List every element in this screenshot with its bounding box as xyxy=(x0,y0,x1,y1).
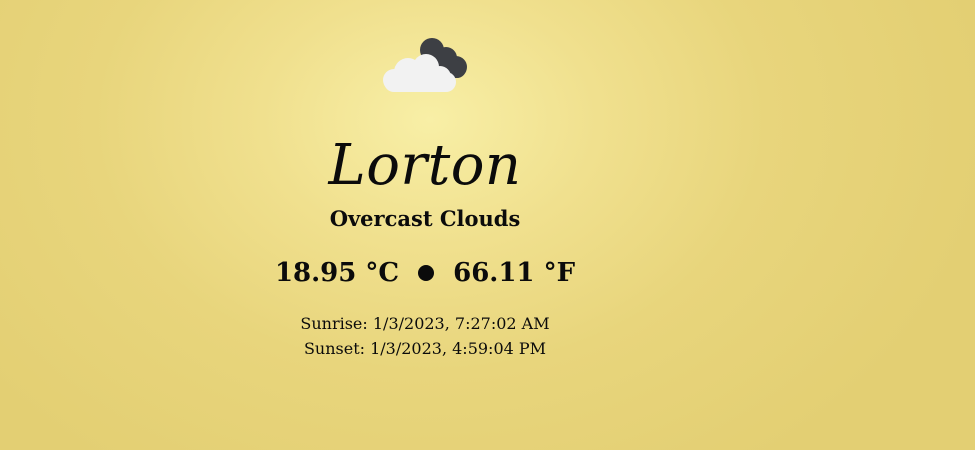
city-name: Lorton xyxy=(328,133,522,198)
sunrise-time: Sunrise: 1/3/2023, 7:27:02 AM xyxy=(300,314,550,333)
weather-condition: Overcast Clouds xyxy=(329,206,521,231)
temperature-row: 18.95 °C 66.11 °F xyxy=(0,255,850,291)
overcast-clouds-icon xyxy=(378,34,474,96)
weather-card: Lorton Overcast Clouds 18.95 °C 66.11 °F… xyxy=(0,0,850,450)
separator-dot xyxy=(418,265,435,281)
temperature-fahrenheit: 66.11 °F xyxy=(453,258,576,288)
sunset-time: Sunset: 1/3/2023, 4:59:04 PM xyxy=(303,339,547,358)
temperature-celsius: 18.95 °C xyxy=(274,258,400,288)
